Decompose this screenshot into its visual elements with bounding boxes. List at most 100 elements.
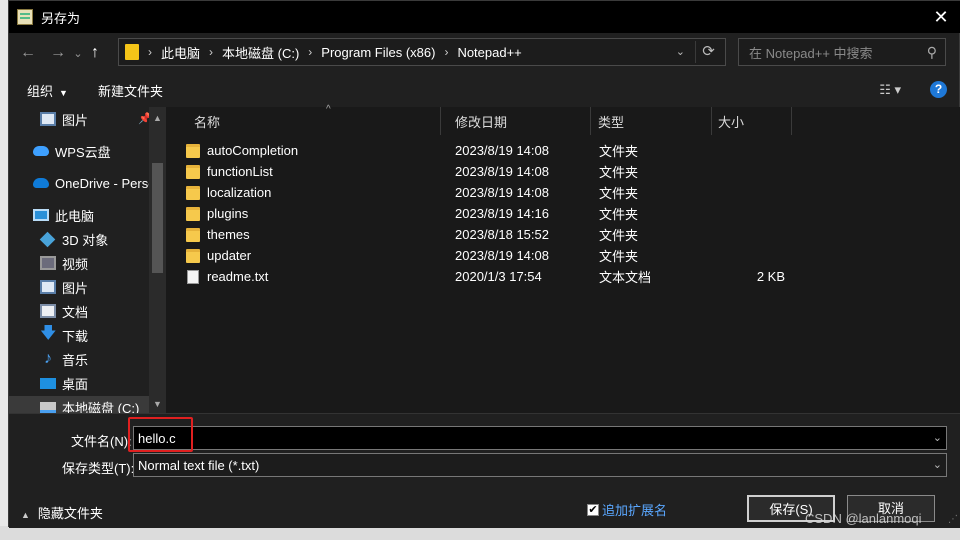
chevron-right-icon: ›	[209, 45, 214, 59]
table-row[interactable]: functionList 2023/8/19 14:08 文件夹	[186, 161, 786, 182]
column-header-type[interactable]: 类型	[590, 107, 712, 135]
wps-cloud-icon	[33, 146, 49, 156]
table-row[interactable]: plugins 2023/8/19 14:16 文件夹	[186, 203, 786, 224]
file-name: themes	[207, 227, 250, 242]
refresh-icon[interactable]: ⟳	[695, 41, 721, 63]
navigation-pane: 图片 📌 WPS云盘 OneDrive - Personal 此电脑 3D 对象…	[9, 107, 166, 413]
folder-icon	[186, 227, 200, 242]
pictures-icon	[40, 112, 56, 126]
folder-icon	[186, 143, 200, 158]
sidebar-item-3d-objects[interactable]: 3D 对象	[39, 228, 108, 250]
append-extension-checkbox[interactable]: ✔ 追加扩展名	[587, 500, 667, 519]
onedrive-icon	[33, 178, 49, 188]
organize-button[interactable]: 组织 ▼	[27, 81, 68, 100]
file-date: 2020/1/3 17:54	[455, 269, 542, 284]
up-folder-arrow-icon[interactable]: ↑	[85, 40, 105, 66]
sidebar-item-label: 桌面	[62, 376, 89, 392]
file-name: autoCompletion	[207, 143, 299, 158]
table-row[interactable]: localization 2023/8/19 14:08 文件夹	[186, 182, 786, 203]
file-type: 文件夹	[599, 165, 639, 180]
sidebar-item-onedrive[interactable]: OneDrive - Personal	[33, 172, 166, 194]
resize-grip-icon[interactable]: ⋰	[948, 514, 958, 525]
address-dropdown-chevron-icon[interactable]: ⌄	[676, 45, 685, 58]
dialog-title: 另存为	[41, 10, 81, 26]
table-row[interactable]: themes 2023/8/18 15:52 文件夹	[186, 224, 786, 245]
breadcrumb-local-disk[interactable]: 本地磁盘 (C:)	[222, 43, 299, 62]
table-row[interactable]: updater 2023/8/19 14:08 文件夹	[186, 245, 786, 266]
sidebar-item-downloads[interactable]: 🡇 下载	[40, 324, 88, 346]
title-bar: 另存为 ✕	[9, 1, 960, 33]
filename-field[interactable]: hello.c ⌄	[133, 426, 947, 450]
breadcrumb-notepadpp[interactable]: Notepad++	[457, 45, 521, 60]
sidebar-item-label: 文档	[62, 304, 89, 320]
file-date: 2023/8/19 14:08	[455, 248, 549, 263]
sidebar-item-videos[interactable]: 视频	[40, 252, 88, 274]
column-header-date[interactable]: 修改日期	[447, 107, 591, 135]
sidebar-item-label: WPS云盘	[55, 144, 111, 160]
recent-locations-chevron-icon[interactable]: ⌄	[71, 40, 85, 66]
caret-down-icon: ▼	[59, 87, 68, 98]
save-as-dialog: 另存为 ✕ ← → ⌄ ↑ › 此电脑 › 本地磁盘 (C:) › Progra…	[8, 0, 960, 528]
filename-dropdown-chevron-icon[interactable]: ⌄	[933, 431, 942, 444]
sidebar-item-local-disk[interactable]: 本地磁盘 (C:)	[9, 396, 166, 413]
back-arrow-icon[interactable]: ←	[15, 40, 41, 66]
scroll-down-arrow-icon[interactable]: ▼	[153, 399, 162, 409]
breadcrumb-program-files[interactable]: Program Files (x86)	[321, 45, 435, 60]
sidebar-item-pictures-quick[interactable]: 图片	[40, 108, 88, 130]
music-icon: ♪	[44, 350, 52, 367]
documents-icon	[40, 304, 56, 318]
sidebar-item-pictures[interactable]: 图片	[40, 276, 88, 298]
background-taskbar-edge	[0, 526, 960, 540]
file-name: localization	[207, 185, 272, 200]
table-row[interactable]: autoCompletion 2023/8/19 14:08 文件夹	[186, 140, 786, 161]
new-folder-button[interactable]: 新建文件夹	[98, 81, 163, 100]
address-bar[interactable]: › 此电脑 › 本地磁盘 (C:) › Program Files (x86) …	[118, 38, 726, 66]
file-type: 文件夹	[599, 207, 639, 222]
search-input[interactable]: 在 Notepad++ 中搜索 ⚲	[738, 38, 946, 66]
folder-icon	[186, 206, 200, 221]
view-options-icon[interactable]: ☷ ▾	[879, 82, 901, 98]
scrollbar-thumb[interactable]	[152, 163, 163, 273]
close-icon[interactable]: ✕	[929, 5, 953, 29]
sidebar-item-this-pc[interactable]: 此电脑	[33, 204, 94, 226]
file-date: 2023/8/18 15:52	[455, 227, 549, 242]
hide-folders-label: 隐藏文件夹	[37, 506, 103, 521]
scroll-up-arrow-icon[interactable]: ▲	[153, 113, 162, 123]
file-size: 2 KB	[756, 269, 785, 284]
sidebar-item-music[interactable]: ♪ 音乐	[40, 348, 88, 370]
sidebar-item-desktop[interactable]: 桌面	[40, 372, 88, 394]
hide-folders-toggle[interactable]: ▲ 隐藏文件夹	[21, 503, 103, 522]
filetype-dropdown-chevron-icon[interactable]: ⌄	[933, 458, 942, 471]
sidebar-item-label: 音乐	[62, 352, 89, 368]
sidebar-scrollbar[interactable]: ▲ ▼	[149, 107, 166, 413]
sidebar-item-label: 图片	[62, 280, 89, 296]
this-pc-icon	[33, 209, 49, 221]
command-toolbar: 组织 ▼ 新建文件夹 ☷ ▾ ?	[9, 73, 960, 107]
filetype-select[interactable]: Normal text file (*.txt) ⌄	[133, 453, 947, 477]
chevron-right-icon: ›	[444, 45, 449, 59]
filetype-value: Normal text file (*.txt)	[138, 457, 260, 473]
file-list: 名称 ^ 修改日期 类型 大小 autoCompletion 2023/8/19…	[166, 104, 960, 413]
3d-objects-icon	[39, 231, 56, 247]
file-type: 文本文档	[599, 270, 652, 285]
checkbox-checked-icon[interactable]: ✔	[587, 503, 599, 516]
column-name-label: 名称	[194, 114, 221, 130]
local-disk-icon	[40, 401, 56, 413]
forward-arrow-icon[interactable]: →	[45, 40, 71, 66]
column-header-name[interactable]: 名称 ^	[186, 104, 441, 135]
search-icon[interactable]: ⚲	[927, 44, 937, 61]
help-icon[interactable]: ?	[930, 81, 947, 98]
sidebar-item-label: 图片	[62, 112, 89, 128]
notepad-app-icon	[17, 9, 33, 25]
sidebar-item-wps-cloud[interactable]: WPS云盘	[33, 140, 111, 162]
file-type: 文件夹	[599, 228, 639, 243]
file-date: 2023/8/19 14:16	[455, 206, 549, 221]
table-row[interactable]: readme.txt 2020/1/3 17:54 文本文档 2 KB	[186, 266, 786, 287]
sort-ascending-icon: ^	[326, 104, 331, 115]
folder-icon	[125, 44, 139, 60]
sidebar-item-documents[interactable]: 文档	[40, 300, 88, 322]
column-header-size[interactable]: 大小	[710, 107, 792, 135]
breadcrumb-this-pc[interactable]: 此电脑	[161, 43, 200, 62]
pictures-icon	[40, 280, 56, 294]
append-extension-label: 追加扩展名	[602, 503, 668, 518]
